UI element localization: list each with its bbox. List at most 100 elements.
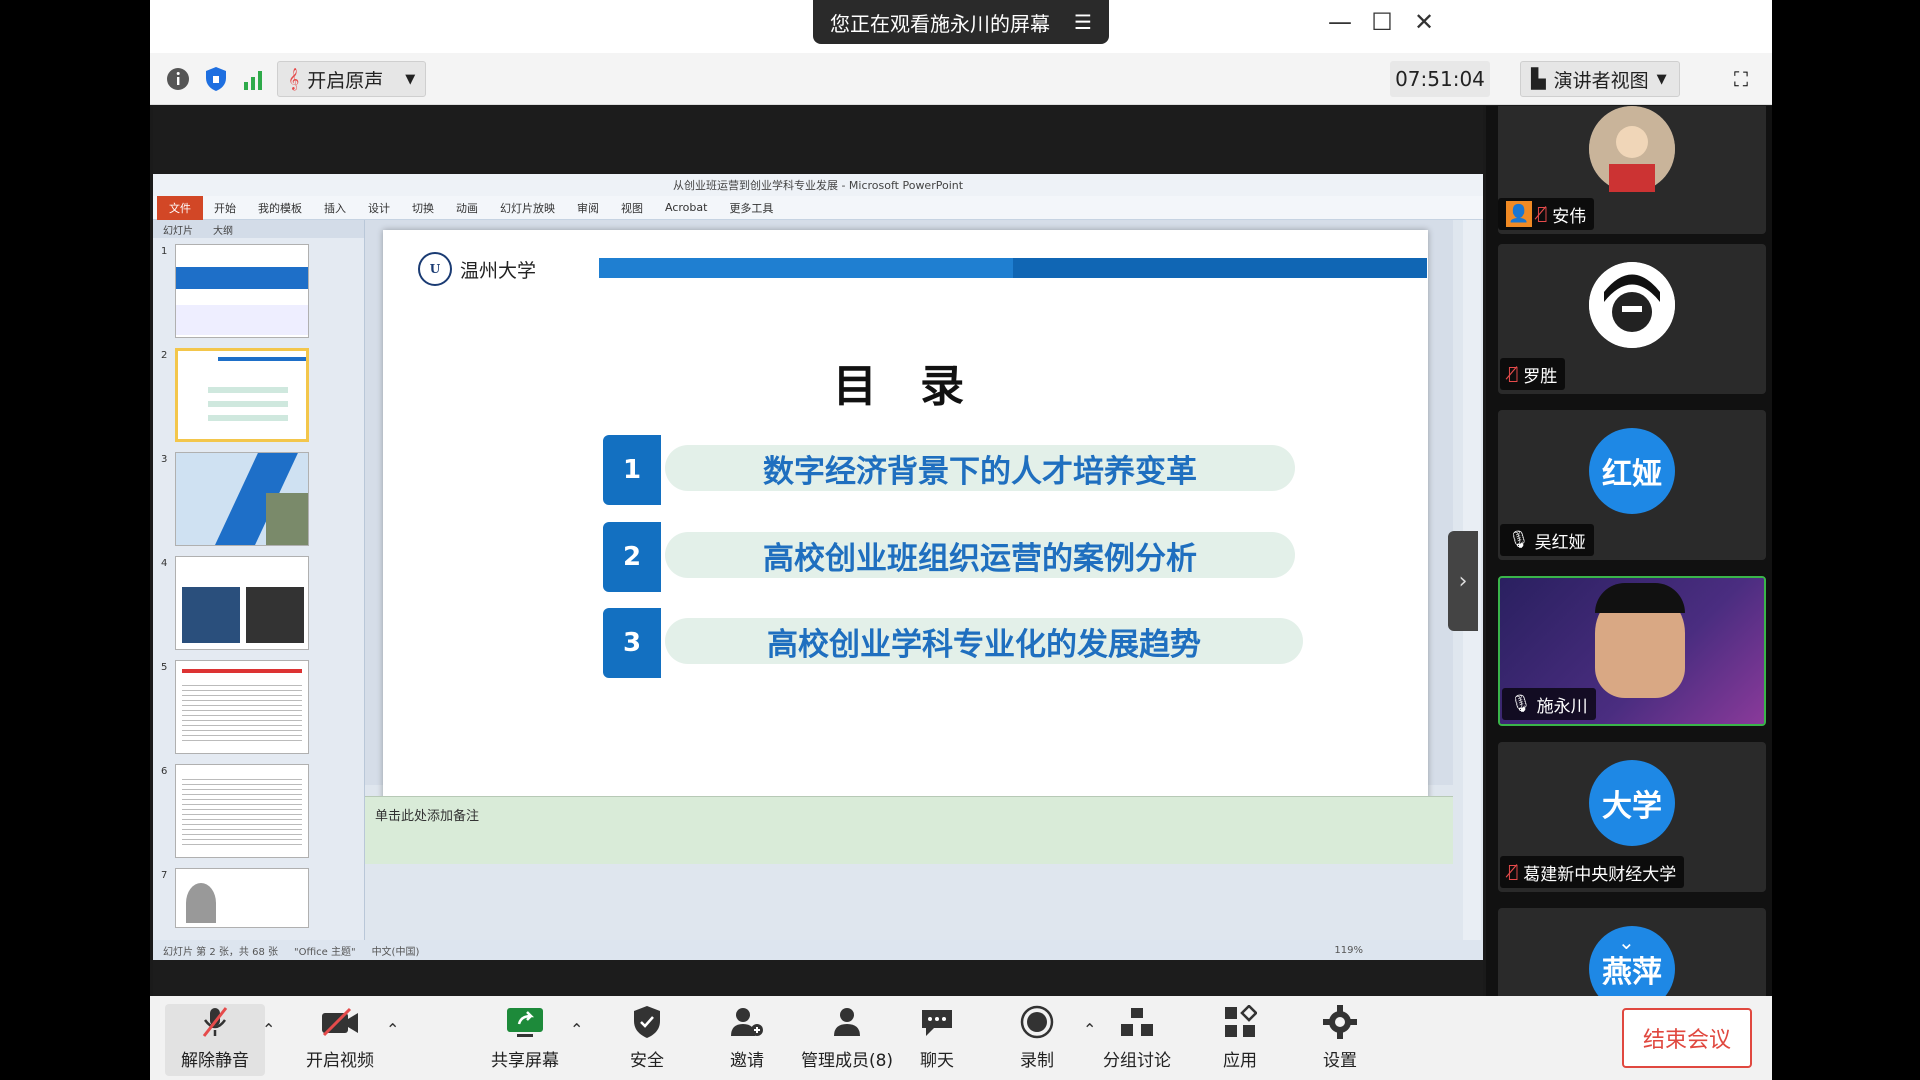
end-meeting-button[interactable]: 结束会议 (1622, 1008, 1752, 1068)
ribbon-tab-acrobat[interactable]: Acrobat (654, 201, 718, 214)
ribbon-tab-design[interactable]: 设计 (357, 200, 401, 216)
security-label: 安全 (630, 1051, 664, 1071)
chevron-down-icon[interactable]: ⌄ (1618, 930, 1635, 954)
list-icon[interactable]: ☰ (1074, 10, 1092, 34)
slide-canvas[interactable]: U 温州大学 目 录 1 数字经济背景下的人才培养变革 2 高校创业班组织运营的… (383, 230, 1428, 819)
dropdown-arrow-icon[interactable]: ▼ (405, 72, 415, 87)
tab-outline[interactable]: 大纲 (203, 222, 243, 237)
chevron-up-icon[interactable]: ⌃ (570, 1020, 583, 1039)
ribbon-tab-home[interactable]: 开始 (203, 200, 247, 216)
powerpoint-window: 从创业班运营到创业学科专业发展 - Microsoft PowerPoint 文… (153, 174, 1483, 960)
screen-share-banner[interactable]: 您正在观看施永川的屏幕 ☰ (813, 0, 1109, 44)
ribbon-tab-more-tools[interactable]: 更多工具 (718, 200, 784, 216)
slide-heading: 目 录 (832, 361, 979, 412)
maximize-icon[interactable]: ☐ (1362, 8, 1402, 36)
slide-thumbnail-5[interactable] (175, 660, 309, 754)
chevron-right-icon[interactable]: › (1448, 531, 1478, 631)
original-sound-icon: 𝄞 (288, 68, 300, 90)
original-sound-label: 开启原声 (307, 69, 384, 92)
participant-tile[interactable]: 红娅 🎙 吴红娅 (1498, 410, 1766, 560)
signal-icon[interactable] (239, 64, 269, 94)
slide-thumbnail-7[interactable] (175, 868, 309, 928)
participant-tile[interactable]: 🎙̸ 罗胜 (1498, 244, 1766, 394)
notes-pane[interactable]: 单击此处添加备注 (365, 796, 1453, 864)
mic-muted-icon: 🎙̸ (1508, 364, 1519, 384)
ribbon-tab-review[interactable]: 审阅 (566, 200, 610, 216)
breakout-rooms-icon (1117, 1004, 1157, 1040)
tab-slides[interactable]: 幻灯片 (153, 222, 203, 237)
ppt-status-bar: 幻灯片 第 2 张，共 68 张 "Office 主题" 中文(中国) 119% (153, 940, 1483, 960)
fullscreen-icon[interactable]: ⛶ (1726, 64, 1756, 94)
toc-number: 2 (603, 522, 661, 592)
notes-placeholder: 单击此处添加备注 (375, 809, 480, 824)
slide-thumbnail-1[interactable] (175, 244, 309, 338)
participant-name-tag: 🎙̸ 葛建新中央财经大学 (1500, 856, 1685, 888)
toc-number: 3 (603, 608, 661, 678)
ppt-title-bar: 从创业班运营到创业学科专业发展 - Microsoft PowerPoint (153, 174, 1483, 196)
start-video-button[interactable]: 开启视频 (290, 1004, 390, 1076)
record-button[interactable]: 录制 (987, 1004, 1087, 1076)
ppt-title: 从创业班运营到创业学科专业发展 - Microsoft PowerPoint (672, 179, 964, 192)
mic-muted-icon: 🎙̸ (1537, 204, 1548, 224)
thumb-number: 1 (161, 246, 168, 257)
unmute-button[interactable]: 解除静音 (165, 1004, 265, 1076)
thumb-number: 5 (161, 662, 168, 673)
participant-tile[interactable]: 👤 🎙̸ 安伟 (1498, 106, 1766, 234)
meeting-controls: 解除静音 ⌃ 开启视频 ⌃ 共享屏幕 ⌃ 安全 邀请 管理成员(8) 聊天 录制… (150, 996, 1772, 1080)
ribbon-tab-templates[interactable]: 我的模板 (247, 200, 313, 216)
slide-thumbnail-3[interactable] (175, 452, 309, 546)
share-screen-button[interactable]: 共享屏幕 (475, 1004, 575, 1076)
participant-tile[interactable]: 大学 🎙̸ 葛建新中央财经大学 (1498, 742, 1766, 892)
chevron-up-icon[interactable]: ⌃ (386, 1020, 399, 1039)
slide-counter: 幻灯片 第 2 张，共 68 张 (163, 946, 278, 958)
original-sound-button[interactable]: 𝄞 开启原声 ▼ (277, 61, 427, 97)
ribbon-tab-transitions[interactable]: 切换 (401, 200, 445, 216)
avatar: 红娅 (1589, 428, 1675, 514)
info-icon[interactable] (163, 64, 193, 94)
zoom-level[interactable]: 119% (1334, 945, 1363, 956)
slide-editor: U 温州大学 目 录 1 数字经济背景下的人才培养变革 2 高校创业班组织运营的… (365, 220, 1453, 819)
invite-button[interactable]: 邀请 (697, 1004, 797, 1076)
slide-thumbnail-2[interactable] (175, 348, 309, 442)
shield-icon[interactable] (201, 64, 231, 94)
participant-name: 罗胜 (1523, 366, 1558, 387)
participant-tile-active-speaker[interactable]: 🎙 施永川 (1498, 576, 1766, 726)
banner-text: 您正在观看施永川的屏幕 (830, 11, 1051, 36)
settings-button[interactable]: 设置 (1290, 1004, 1390, 1076)
participants-icon (827, 1004, 867, 1040)
ribbon-tab-insert[interactable]: 插入 (313, 200, 357, 216)
unmute-label: 解除静音 (181, 1051, 249, 1071)
ppt-ribbon-tabs: 文件 开始 我的模板 插入 设计 切换 动画 幻灯片放映 审阅 视图 Acrob… (153, 195, 1483, 220)
participant-tile[interactable]: 燕萍 ⌄ (1498, 908, 1766, 996)
header-bar (599, 258, 1427, 278)
video-off-icon (320, 1004, 360, 1040)
toc-text: 高校创业班组织运营的案例分析 (665, 532, 1295, 578)
ribbon-tab-animations[interactable]: 动画 (445, 200, 489, 216)
slide-thumbnail-6[interactable] (175, 764, 309, 858)
security-button[interactable]: 安全 (597, 1004, 697, 1076)
ribbon-tab-file[interactable]: 文件 (157, 195, 203, 220)
slide-thumbnail-panel: 幻灯片 大纲 1 2 3 4 5 6 7 (153, 220, 365, 940)
close-icon[interactable]: ✕ (1404, 8, 1444, 36)
minimize-icon[interactable]: — (1320, 8, 1360, 36)
ribbon-tab-view[interactable]: 视图 (610, 200, 654, 216)
chevron-up-icon[interactable]: ⌃ (262, 1020, 275, 1039)
participant-name: 吴红娅 (1534, 532, 1586, 553)
chat-button[interactable]: 聊天 (887, 1004, 987, 1076)
avatar: 大学 (1589, 760, 1675, 846)
view-mode-label: 演讲者视图 (1553, 69, 1649, 92)
slide-thumbnail-4[interactable] (175, 556, 309, 650)
participant-name: 葛建新中央财经大学 (1523, 864, 1677, 885)
invite-label: 邀请 (730, 1051, 764, 1071)
participant-name-tag: 🎙̸ 罗胜 (1500, 358, 1566, 390)
chat-label: 聊天 (920, 1051, 954, 1071)
apps-icon (1220, 1004, 1260, 1040)
apps-button[interactable]: 应用 (1190, 1004, 1290, 1076)
ribbon-tab-slideshow[interactable]: 幻灯片放映 (489, 200, 566, 216)
mic-muted-icon: 🎙̸ (1508, 862, 1519, 882)
toc-text: 高校创业学科专业化的发展趋势 (665, 618, 1303, 664)
view-mode-button[interactable]: ▙ 演讲者视图 ▼ (1520, 61, 1680, 97)
thumb-number: 7 (161, 870, 168, 881)
participant-name-tag: 👤 🎙̸ 安伟 (1498, 198, 1595, 230)
breakout-rooms-button[interactable]: 分组讨论 (1087, 1004, 1187, 1076)
